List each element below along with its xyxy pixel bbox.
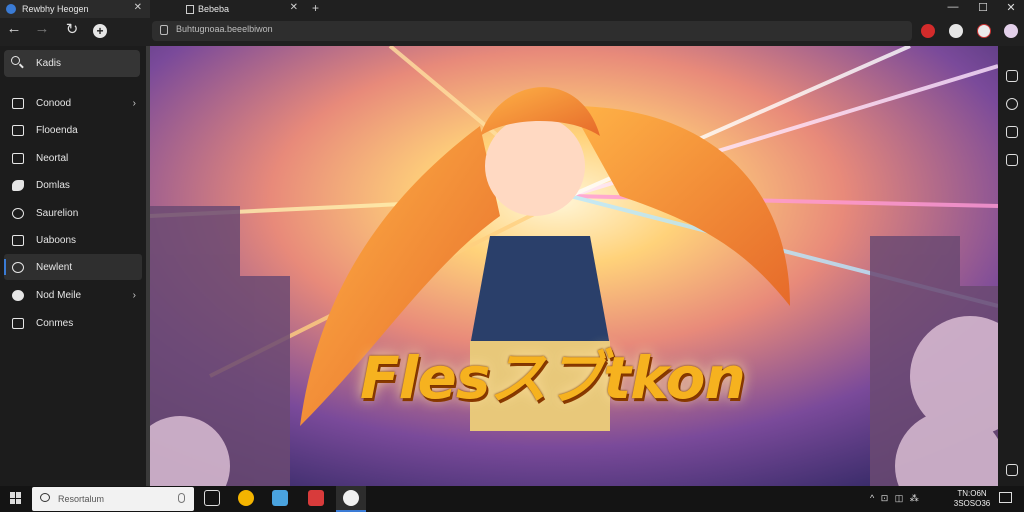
sidebar-item-windows[interactable]: Uaboons xyxy=(4,227,142,253)
clock-time: TN:O6N xyxy=(957,489,987,498)
tab-label: Bebeba xyxy=(198,4,230,14)
banner-image: Flesスブtkon xyxy=(150,46,998,486)
chevron-right-icon: › xyxy=(132,289,136,301)
sidebar-item-sessions[interactable]: Saurelion xyxy=(4,200,142,226)
profile-avatar[interactable] xyxy=(977,24,991,38)
collections-icon[interactable] xyxy=(1006,70,1018,82)
sidebar-item-label: Flooenda xyxy=(36,124,78,136)
banner-artwork xyxy=(150,46,998,486)
active-indicator xyxy=(4,259,6,275)
menu-icon[interactable] xyxy=(1004,24,1018,38)
image-icon xyxy=(12,152,24,164)
file-explorer-icon[interactable] xyxy=(272,490,288,506)
sidebar-search[interactable] xyxy=(4,50,140,77)
tab-label: Rewbhy Heogen xyxy=(22,4,89,14)
window-icon xyxy=(12,234,24,246)
character-armor xyxy=(470,236,610,346)
character-face xyxy=(485,116,585,216)
tab-close-icon[interactable]: ✕ xyxy=(134,2,142,13)
maximize-button[interactable]: ☐ xyxy=(970,1,996,14)
extension-icon[interactable] xyxy=(921,24,935,38)
chat-icon xyxy=(40,493,50,502)
tag-icon xyxy=(12,179,24,191)
tab-strip xyxy=(0,0,1024,18)
clock-date: 3SOSO36 xyxy=(953,499,991,508)
sidebar-item-more[interactable]: Nod Meile › xyxy=(4,282,142,308)
puzzle-icon xyxy=(12,317,24,329)
task-view-icon[interactable] xyxy=(204,490,220,506)
sidebar-item-label: Newlent xyxy=(36,261,73,273)
tab-active[interactable]: Rewbhy Heogen ✕ xyxy=(0,0,150,18)
minimize-button[interactable]: — xyxy=(940,1,966,13)
forward-button[interactable]: → xyxy=(30,20,54,37)
sidebar-item-label: Neortal xyxy=(36,152,69,164)
sidebar-search-label: Kadis xyxy=(36,58,62,69)
sidebar-item-news[interactable]: Neortal xyxy=(4,145,142,171)
folder-icon xyxy=(12,124,24,136)
clock-icon xyxy=(12,207,24,219)
taskbar-search-placeholder[interactable]: Resortalum xyxy=(58,494,104,504)
globe-icon xyxy=(12,261,24,273)
chevron-right-icon: › xyxy=(132,97,136,109)
new-tab-button[interactable]: + xyxy=(312,1,319,15)
new-tab-icon[interactable]: + xyxy=(93,24,107,38)
system-tray[interactable]: ^ ⊡ ◫ ⁂ xyxy=(870,493,921,504)
site-favicon-icon xyxy=(6,4,16,14)
home-icon xyxy=(12,97,24,109)
sidebar-item-home[interactable]: Conood › xyxy=(4,90,142,116)
sidebar-item-label: Nod Meile xyxy=(36,289,82,301)
taskbar-search[interactable] xyxy=(32,487,194,511)
sidebar-item-label: Saurelion xyxy=(36,207,79,219)
chat-icon xyxy=(12,289,24,301)
site-info-icon[interactable] xyxy=(160,25,168,35)
browser-app-icon[interactable] xyxy=(238,490,254,506)
page-icon xyxy=(186,4,194,14)
office-icon[interactable] xyxy=(1006,126,1018,138)
edge-app-icon[interactable] xyxy=(343,490,359,506)
extension-icon[interactable] xyxy=(949,24,963,38)
sidebar-item-tags[interactable]: Domlas xyxy=(4,172,142,198)
reload-button[interactable]: ↻ xyxy=(60,20,84,38)
taskbar-clock[interactable]: TN:O6N 3SOSO36 xyxy=(952,489,992,509)
start-button[interactable] xyxy=(10,492,22,504)
close-window-button[interactable]: ✕ xyxy=(998,1,1024,14)
sidebar-item-favorites[interactable]: Flooenda xyxy=(4,117,142,143)
mic-icon[interactable] xyxy=(178,493,185,503)
right-sidebar xyxy=(998,46,1024,486)
notification-icon[interactable] xyxy=(999,492,1012,503)
shopping-icon[interactable] xyxy=(1006,98,1018,110)
sidebar-item-games[interactable]: Conmes xyxy=(4,310,142,336)
tools-icon[interactable] xyxy=(1006,154,1018,166)
sidebar-item-label: Conood xyxy=(36,97,72,109)
tab-close-icon[interactable]: ✕ xyxy=(290,2,298,13)
sidebar-settings-icon[interactable] xyxy=(1006,464,1018,476)
tab-inactive[interactable]: Bebeba ✕ xyxy=(176,0,306,18)
sidebar-item-label: Conmes xyxy=(36,317,74,329)
back-button[interactable]: ← xyxy=(2,20,26,37)
sidebar-item-label: Uaboons xyxy=(36,234,77,246)
sidebar-item-label: Domlas xyxy=(36,179,70,191)
store-app-icon[interactable] xyxy=(308,490,324,506)
sidebar-item-newlent[interactable]: Newlent xyxy=(4,254,142,280)
banner-title: Flesスブtkon xyxy=(360,344,746,412)
url-text[interactable]: Buhtugnoaa.beeelbiwon xyxy=(176,24,273,34)
